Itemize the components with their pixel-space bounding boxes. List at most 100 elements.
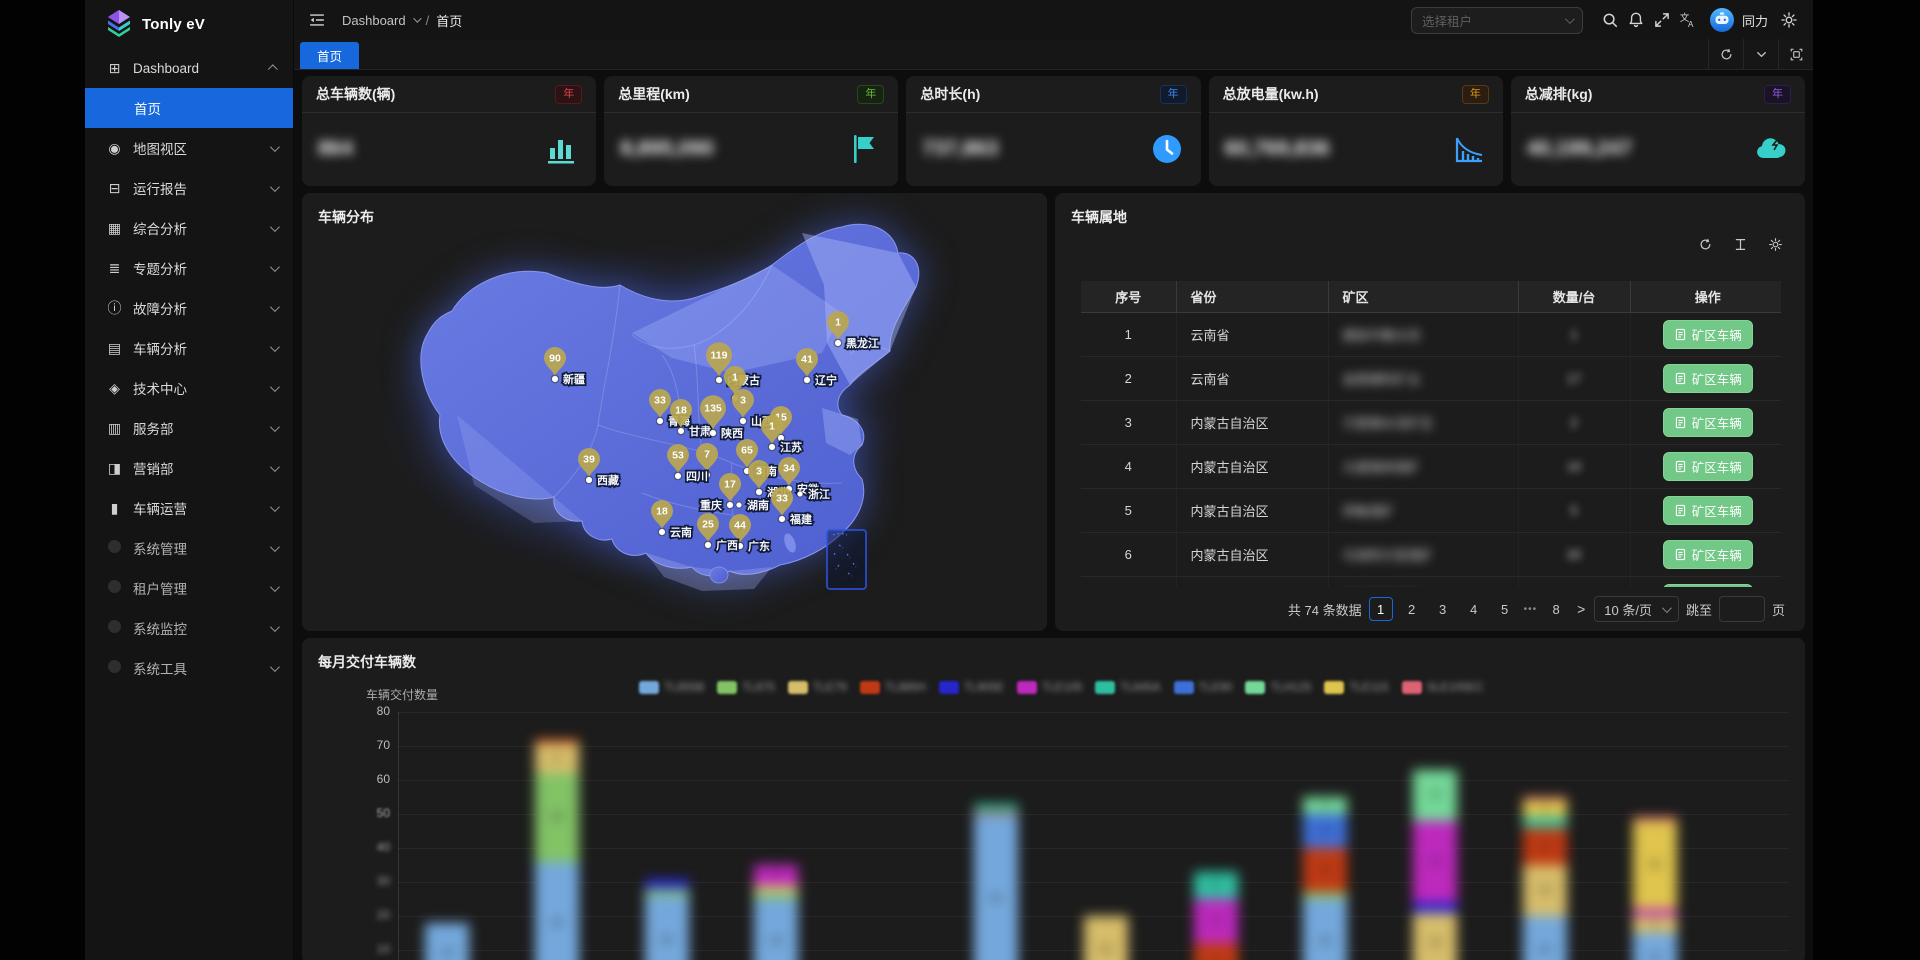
chevron-down-icon[interactable] [1743,39,1778,69]
sidebar-item-marketing-dept[interactable]: ◨ 营销部 [85,448,293,488]
document-icon [1675,504,1685,516]
period-badge[interactable]: 年 [1764,84,1792,104]
table-wrap: 序号 省份 矿区 数量/台 操作 1 云南省 建投中集水泥 1 矿区车辆 2 云南省 金鼎镇旺矿业 17… [1081,281,1781,587]
jump-page-input[interactable] [1718,596,1765,622]
sidebar-item-system-management[interactable]: 系统管理 [85,528,293,568]
pagination-next-icon[interactable]: > [1575,601,1587,617]
col-header-3: 数量/台 [1518,281,1631,313]
bar-segment: 15 [1632,932,1677,960]
jump-label: 跳至 [1685,602,1712,618]
bar-segment [1303,892,1348,899]
mine-vehicles-button[interactable]: 矿区车辆 [1662,495,1753,525]
breadcrumb-root[interactable]: Dashboard [342,13,406,28]
period-badge[interactable]: 年 [1159,84,1187,104]
pagination-page-2[interactable]: 2 [1400,597,1424,621]
period-badge[interactable]: 年 [555,84,583,104]
cloud-icon [1753,131,1789,167]
sidebar-item-dashboard[interactable]: ⊞ Dashboard [85,48,293,88]
bar-segment-value: 20 [1099,944,1112,956]
sidebar-item-run-report[interactable]: ⊟ 运行报告 [85,168,293,208]
sidebar-item-comprehensive-analysis[interactable]: ▦ 综合分析 [85,208,293,248]
pagination-page-8[interactable]: 8 [1544,597,1568,621]
settings-gear-icon[interactable] [1780,11,1798,29]
sidebar-item-vehicle-analysis[interactable]: ▤ 车辆分析 [85,328,293,368]
breadcrumb: Dashboard / 首页 [342,11,462,30]
pin-count: 119 [711,350,728,362]
mine-vehicles-button[interactable]: 矿区车辆 [1662,451,1753,481]
settings-gear-icon[interactable] [1768,237,1783,257]
refresh-icon[interactable] [1698,237,1713,257]
mine-vehicles-button[interactable]: 矿区车辆 [1662,583,1753,587]
table-row: 1 云南省 建投中集水泥 1 矿区车辆 [1081,312,1781,357]
maximize-frame-icon[interactable] [1778,39,1813,69]
table-row: 7内蒙古自治区宝日希勒矿区4 矿区车辆 [1081,576,1781,587]
qty-blurred: 20 [1566,546,1582,562]
tenant-select[interactable]: 选择租户 [1410,6,1583,34]
col-header-1: 省份 [1176,281,1329,313]
breadcrumb-current: 首页 [436,13,463,29]
refresh-icon[interactable] [1708,39,1743,69]
sidebar-item-map-view[interactable]: ◉ 地图视区 [85,128,293,168]
sidebar-item-vehicle-operation[interactable]: ▮ 车辆运营 [85,488,293,528]
sidebar-item-topic-analysis[interactable]: ≣ 专题分析 [85,248,293,288]
table-toolbar [1698,237,1783,257]
sidebar-item-system-tools[interactable]: 系统工具 [85,648,293,688]
page-size-select[interactable]: 10 条/页 [1594,596,1679,622]
bar-segment: 18 [1413,912,1458,960]
pin-count: 25 [702,519,714,531]
tab-home[interactable]: 首页 [300,42,360,69]
pagination-page-5[interactable]: 5 [1493,597,1517,621]
fullscreen-icon[interactable] [1653,11,1671,29]
app-window: Tonly eV ⊞ Dashboard 首页 ◉ 地图视区 ⊟ 运行报告 ▦ 综合分析 ≣ 专题分… [85,0,1813,960]
sidebar-subitem-home-active[interactable]: 首页 [85,88,293,128]
province-label: 广东 [748,539,770,553]
cell-province: 内蒙古自治区 [1176,488,1329,533]
chevron-down-icon[interactable] [412,14,422,23]
pin-count: 1 [835,317,841,329]
user-menu[interactable]: 同力 [1709,7,1768,33]
pin-dot [655,416,665,426]
dim-icon [108,580,121,593]
sidebar-item-tenant-management[interactable]: 租户管理 [85,568,293,608]
stat-card-value: 737,863 [922,137,999,160]
info-icon: ⓘ [107,300,122,316]
sidebar-item-system-monitor[interactable]: 系统监控 [85,608,293,648]
stat-card-body: 864 [302,113,596,185]
pagination-ellipsis[interactable]: ••• [1524,604,1538,615]
province-label: 湖南 [747,498,769,512]
bar-segment: 13 [1193,898,1238,944]
sidebar-item-tech-center[interactable]: ◈ 技术中心 [85,368,293,408]
china-map[interactable]: 90新疆39西藏33青海18甘肃135陕西119内蒙古13山西1黑龙江41辽宁1… [302,193,1047,631]
search-icon[interactable] [1601,11,1619,29]
col-header-4: 操作 [1630,281,1781,313]
mine-vehicles-button[interactable]: 矿区车辆 [1662,407,1753,437]
cell-mine: 建投中集水泥 [1328,312,1519,357]
notification-bell-icon[interactable] [1627,11,1645,29]
user-name: 同力 [1741,13,1768,29]
mine-vehicles-button[interactable]: 矿区车辆 [1662,539,1753,569]
mine-vehicles-button[interactable]: 矿区车辆 [1662,363,1753,393]
bar-segment: 15 [1413,769,1458,821]
period-badge[interactable]: 年 [1461,84,1489,104]
mine-vehicles-button-label: 矿区车辆 [1691,548,1742,563]
row-height-icon[interactable] [1733,237,1748,257]
stacked-bar: 8 13 12 [1193,871,1238,960]
pagination-page-4[interactable]: 4 [1462,597,1486,621]
bar-segment-value: 11 [1539,840,1551,853]
translate-icon[interactable]: 文A [1679,11,1697,29]
period-badge[interactable]: 年 [857,84,885,104]
mine-vehicles-button[interactable]: 矿区车辆 [1662,319,1753,349]
sidebar-item-fault-analysis[interactable]: ⓘ 故障分析 [85,288,293,328]
chevron-up-icon [267,63,278,74]
mine-name-blurred: 建投中集水泥 [1342,327,1421,343]
pagination-page-1[interactable]: 1 [1368,597,1393,621]
document-icon [1675,548,1685,560]
province-label: 新疆 [563,372,585,386]
collapse-sidebar-icon[interactable] [308,11,326,29]
tab-tools [1708,39,1813,69]
stat-card-title: 总减排(kg) [1524,86,1593,102]
cell-op: 矿区车辆 [1630,312,1781,357]
sidebar-item-service-dept[interactable]: ▥ 服务部 [85,408,293,448]
pagination-page-3[interactable]: 3 [1431,597,1455,621]
bar-segment-value: 26 [660,933,673,946]
